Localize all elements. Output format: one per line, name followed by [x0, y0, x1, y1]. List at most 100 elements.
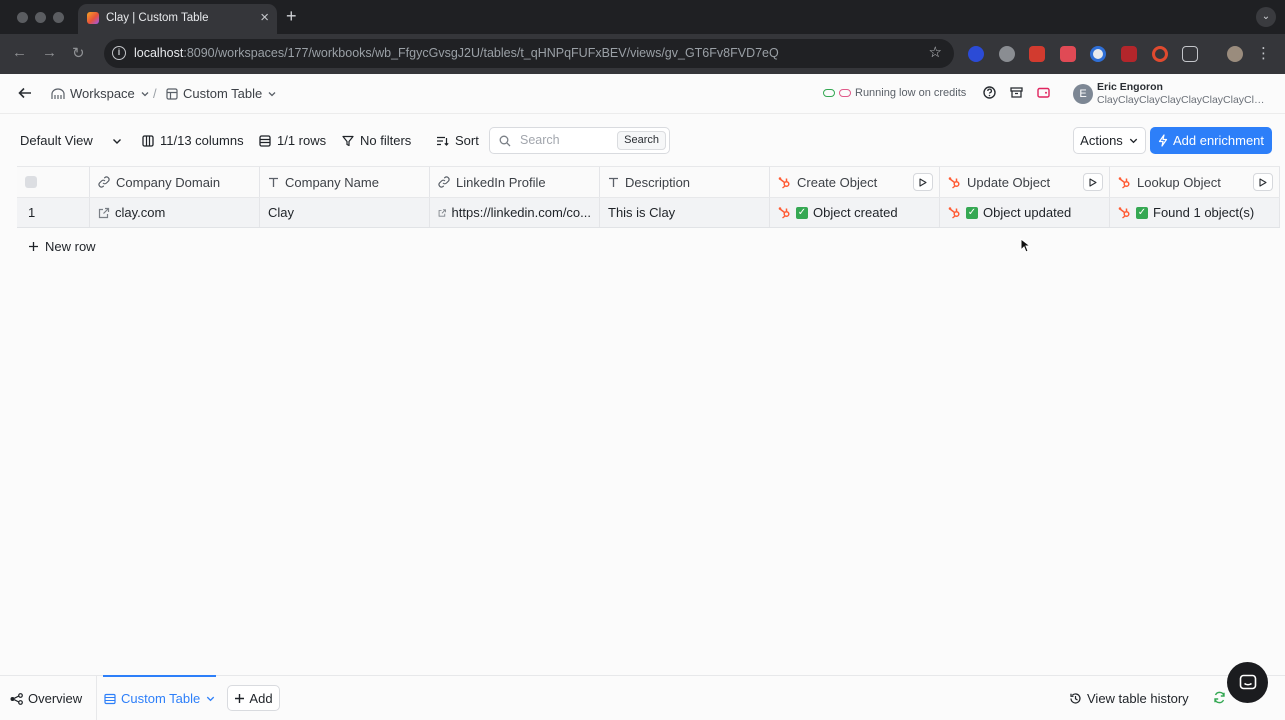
credits-indicator[interactable]: Running low on credits — [823, 87, 966, 99]
browser-toolbar: ← → ↻ i localhost:8090/workspaces/177/wo… — [0, 34, 1285, 74]
column-header-update-object[interactable]: Update Object — [940, 167, 1110, 197]
profile-avatar-icon[interactable] — [1227, 46, 1243, 62]
play-icon — [919, 177, 927, 187]
column-header-label: Description — [625, 174, 691, 190]
select-all-checkbox[interactable] — [25, 176, 37, 188]
new-tab-icon[interactable]: + — [286, 6, 297, 27]
view-table-history-button[interactable]: View table history — [1069, 691, 1189, 706]
user-organization[interactable]: ClayClayClayClayClayClayClayClay — [1097, 94, 1265, 106]
cell-company-name[interactable]: Clay — [260, 198, 430, 227]
search-input[interactable] — [520, 133, 615, 147]
chat-bubble-icon — [1239, 674, 1256, 689]
wallet-icon[interactable] — [1037, 86, 1050, 102]
address-url[interactable]: localhost:8090/workspaces/177/workbooks/… — [134, 46, 779, 60]
filters-button[interactable]: No filters — [342, 133, 411, 148]
new-row-button[interactable]: New row — [28, 239, 96, 254]
row-index[interactable]: 1 — [17, 198, 90, 227]
user-name[interactable]: Eric Engoron — [1097, 81, 1163, 93]
column-header-linkedin-profile[interactable]: LinkedIn Profile — [430, 167, 600, 197]
tab-search-chevron-icon[interactable]: ⌄ — [1256, 7, 1276, 27]
cell-text: Object created — [813, 205, 898, 220]
cell-lookup-object[interactable]: ✓ Found 1 object(s) — [1110, 198, 1280, 227]
address-bar[interactable]: i localhost:8090/workspaces/177/workbook… — [104, 39, 954, 68]
breadcrumb-workspace[interactable]: Workspace — [51, 86, 150, 101]
sort-label: Sort — [455, 133, 479, 148]
filter-icon — [342, 135, 354, 146]
table-row[interactable]: 1 clay.com Clay https://linkedin.com/co.… — [17, 198, 1280, 228]
user-avatar[interactable]: E — [1073, 84, 1093, 104]
column-header-label: Company Name — [285, 174, 379, 190]
column-header-company-name[interactable]: Company Name — [260, 167, 430, 197]
plus-icon — [235, 693, 245, 703]
column-header-create-object[interactable]: Create Object — [770, 167, 940, 197]
reload-icon[interactable]: ↻ — [72, 44, 85, 62]
extension-c-icon[interactable] — [1152, 46, 1168, 62]
table-icon — [166, 87, 178, 100]
footer-divider — [96, 676, 97, 720]
search-button[interactable]: Search — [617, 131, 666, 150]
browser-tabstrip: Clay | Custom Table × + ⌄ — [0, 0, 1285, 34]
cell-create-object[interactable]: ✓ Object created — [770, 198, 940, 227]
cell-company-domain[interactable]: clay.com — [90, 198, 260, 227]
extension-zoom-icon[interactable] — [968, 46, 984, 62]
run-column-button[interactable] — [1083, 173, 1103, 191]
cell-update-object[interactable]: ✓ Object updated — [940, 198, 1110, 227]
extension-dots-icon[interactable] — [1121, 46, 1137, 62]
forward-arrow-icon[interactable]: → — [42, 44, 57, 61]
overview-tab[interactable]: Overview — [10, 691, 82, 706]
lightning-icon — [1158, 134, 1168, 147]
bottom-tab-bar: Overview Custom Table Add View table his… — [0, 675, 1285, 720]
workspace-icon — [51, 87, 65, 99]
column-header-company-domain[interactable]: Company Domain — [90, 167, 260, 197]
cell-text: https://linkedin.com/co... — [451, 205, 591, 220]
sort-button[interactable]: Sort — [436, 133, 479, 148]
new-row-label: New row — [45, 239, 96, 254]
extensions-puzzle-icon[interactable] — [1182, 46, 1198, 62]
view-selector[interactable]: Default View — [20, 133, 123, 148]
extension-adblock-icon[interactable] — [999, 46, 1015, 62]
extension-password-icon[interactable] — [1090, 46, 1106, 62]
site-info-icon[interactable]: i — [112, 46, 126, 60]
run-column-button[interactable] — [1253, 173, 1273, 191]
breadcrumb-separator: / — [153, 86, 157, 101]
archive-icon[interactable] — [1010, 86, 1023, 102]
window-close-dot[interactable] — [17, 12, 28, 23]
breadcrumb-table[interactable]: Custom Table — [166, 86, 277, 101]
columns-button[interactable]: 11/13 columns — [142, 133, 244, 148]
browser-tab[interactable]: Clay | Custom Table × — [78, 4, 277, 34]
play-icon — [1089, 177, 1097, 187]
column-header-label: Update Object — [967, 174, 1051, 190]
refresh-sync-icon[interactable] — [1213, 691, 1226, 704]
columns-label: 11/13 columns — [160, 133, 244, 148]
breadcrumb-table-label: Custom Table — [183, 86, 263, 101]
cell-description[interactable]: This is Clay — [600, 198, 770, 227]
hubspot-icon — [778, 176, 790, 189]
browser-menu-icon[interactable]: ⋮ — [1256, 44, 1271, 62]
actions-button[interactable]: Actions — [1073, 127, 1146, 154]
column-header-label: Create Object — [797, 174, 878, 190]
tab-custom-table[interactable]: Custom Table — [104, 691, 216, 706]
rows-button[interactable]: 1/1 rows — [259, 133, 326, 148]
add-tab-button[interactable]: Add — [227, 685, 280, 711]
extension-red-icon[interactable] — [1029, 46, 1045, 62]
external-link-icon — [438, 208, 446, 217]
sort-icon — [437, 136, 449, 146]
add-enrichment-button[interactable]: Add enrichment — [1150, 127, 1272, 154]
bookmark-star-icon[interactable]: ☆ — [929, 43, 942, 61]
columns-icon — [142, 134, 154, 147]
help-icon[interactable] — [983, 86, 996, 102]
window-minimize-dot[interactable] — [35, 12, 46, 23]
back-arrow-icon[interactable] — [18, 86, 32, 100]
view-table-history-label: View table history — [1087, 691, 1189, 706]
add-tab-label: Add — [249, 690, 273, 706]
cell-linkedin-profile[interactable]: https://linkedin.com/co... — [430, 198, 600, 227]
run-column-button[interactable] — [913, 173, 933, 191]
window-zoom-dot[interactable] — [53, 12, 64, 23]
back-arrow-icon[interactable]: ← — [12, 44, 27, 61]
extension-clipper-icon[interactable] — [1060, 46, 1076, 62]
credits-green-pill-icon — [823, 89, 835, 97]
support-chat-button[interactable] — [1227, 662, 1268, 703]
column-header-description[interactable]: Description — [600, 167, 770, 197]
tab-close-icon[interactable]: × — [260, 9, 269, 26]
column-header-lookup-object[interactable]: Lookup Object — [1110, 167, 1280, 197]
